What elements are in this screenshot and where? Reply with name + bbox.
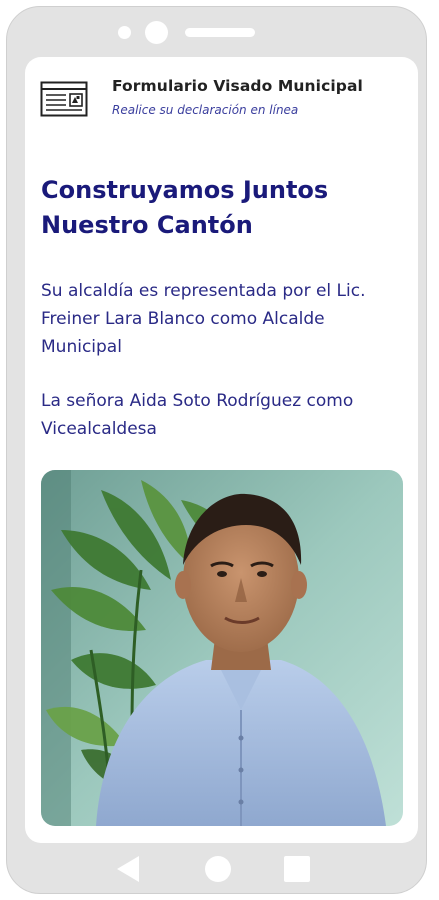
- header-subtitle: Realice su declaración en línea: [112, 103, 299, 117]
- speaker-grille: [185, 28, 255, 37]
- mayor-paragraph: Su alcaldía es representada por el Lic. …: [41, 281, 366, 357]
- phone-screen: Formulario Visado Municipal Realice su d…: [25, 57, 418, 843]
- vice-mayor-paragraph: La señora Aida Soto Rodríguez como Vicea…: [41, 391, 354, 439]
- portrait-photo: [41, 470, 403, 826]
- recent-apps-icon[interactable]: [284, 856, 310, 882]
- portrait-photo-illustration: [41, 470, 403, 826]
- phone-top-sensors: [7, 21, 426, 45]
- header-title: Formulario Visado Municipal: [112, 77, 363, 95]
- phone-frame: Formulario Visado Municipal Realice su d…: [6, 6, 427, 894]
- back-icon[interactable]: [117, 856, 139, 882]
- app-header: Formulario Visado Municipal Realice su d…: [25, 57, 418, 135]
- page-title: Construyamos Juntos Nuestro Cantón: [41, 176, 329, 239]
- front-camera-icon: [145, 21, 168, 44]
- form-document-icon: [40, 81, 88, 117]
- system-nav-bar: [7, 843, 426, 895]
- home-icon[interactable]: [205, 856, 231, 882]
- sensor-dot: [118, 26, 131, 39]
